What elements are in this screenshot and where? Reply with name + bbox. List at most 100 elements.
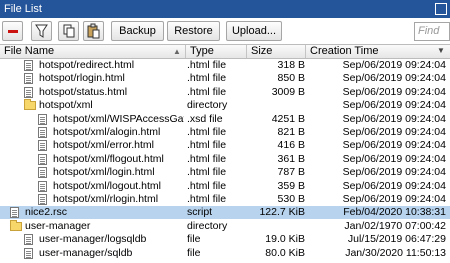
file-name: user-manager [25, 219, 91, 232]
file-name: user-manager/sqldb [39, 246, 133, 259]
window-titlebar: File List [0, 0, 450, 18]
find-input[interactable]: Find [414, 22, 450, 41]
file-type: .html file [187, 166, 227, 179]
file-icon [24, 86, 33, 98]
file-type: .xsd file [187, 112, 223, 125]
file-size: 122.7 KiB [259, 206, 305, 219]
file-icon [38, 180, 47, 192]
file-size: 361 B [277, 152, 305, 165]
filter-button[interactable] [31, 21, 52, 41]
file-type: .html file [187, 85, 227, 98]
file-size: 318 B [277, 59, 305, 71]
directory-row[interactable]: user-manager directory Jan/02/1970 07:00:4… [0, 219, 450, 233]
file-type: .html file [187, 126, 227, 138]
file-icon [38, 113, 47, 125]
creation-time: Sep/06/2019 09:24:04 [342, 166, 446, 179]
file-icon [38, 140, 47, 152]
sort-ascending-icon: ▲ [173, 47, 181, 56]
remove-button[interactable] [2, 21, 23, 41]
folder-icon [10, 219, 22, 231]
file-row[interactable]: hotspot/rlogin.html .html file 850 B Sep/06… [0, 72, 450, 85]
file-name: hotspot/rlogin.html [39, 72, 125, 85]
columns-menu-icon[interactable]: ▼ [437, 46, 447, 56]
file-row[interactable]: hotspot/xml/flogout.html .html file 361 B S… [0, 153, 450, 166]
column-header-name[interactable]: File Name [0, 45, 186, 58]
creation-time: Sep/06/2019 09:24:04 [342, 85, 446, 98]
minus-icon [8, 30, 18, 33]
file-size: 359 B [277, 179, 305, 192]
column-header-time[interactable]: Creation Time [306, 45, 450, 58]
file-icon [38, 167, 47, 179]
file-name: hotspot/xml/login.html [53, 166, 155, 179]
file-row[interactable]: hotspot/redirect.html .html file 318 B Sep/… [0, 59, 450, 72]
file-icon [24, 247, 33, 259]
file-size: 787 B [277, 166, 305, 179]
file-type: directory [187, 219, 228, 232]
paste-button[interactable] [83, 21, 104, 41]
file-size: 416 B [277, 139, 305, 152]
creation-time: Jul/15/2019 06:47:29 [347, 233, 446, 246]
paste-icon [87, 23, 100, 39]
creation-time: Sep/06/2019 09:24:04 [342, 152, 446, 165]
file-type: directory [187, 99, 228, 112]
folder-icon [24, 99, 36, 111]
file-size: 4251 B [271, 112, 305, 125]
file-row[interactable]: user-manager/sqldb file 80.0 KiB Jan/30/202… [0, 247, 450, 260]
file-size: 3009 B [271, 85, 305, 98]
file-table: hotspot/redirect.html .html file 318 B Sep/… [0, 59, 450, 263]
file-name: nice2.rsc [25, 206, 68, 219]
file-name: hotspot/status.html [39, 85, 128, 98]
restore-button[interactable]: Restore [167, 21, 220, 41]
file-icon [24, 60, 33, 71]
creation-time: Sep/06/2019 09:24:04 [342, 72, 446, 85]
creation-time: Sep/06/2019 09:24:04 [342, 59, 446, 71]
file-row[interactable]: hotspot/xml/WISPAccessGat... .xsd file 425… [0, 113, 450, 126]
file-name: hotspot/xml/error.html [53, 139, 154, 152]
column-header-type[interactable]: Type [186, 45, 247, 58]
file-icon [38, 153, 47, 165]
file-row[interactable]: hotspot/xml/alogin.html .html file 821 B Se… [0, 126, 450, 139]
file-row[interactable]: hotspot/status.html .html file 3009 B Sep/0… [0, 86, 450, 99]
creation-time: Feb/04/2020 10:38:31 [343, 206, 446, 219]
file-size: 80.0 KiB [265, 246, 305, 259]
file-name: hotspot/xml/logout.html [53, 179, 161, 192]
window-title: File List [4, 3, 42, 15]
filter-icon [35, 24, 48, 38]
column-header-size[interactable]: Size [247, 45, 306, 58]
backup-button[interactable]: Backup [111, 21, 164, 41]
upload-button[interactable]: Upload... [226, 21, 282, 41]
file-row[interactable]: hotspot/xml/rlogin.html .html file 530 B Se… [0, 193, 450, 206]
file-type: .html file [187, 139, 227, 152]
file-row[interactable]: user-manager/logsqldb file 19.0 KiB Jul/15/… [0, 233, 450, 246]
creation-time: Sep/06/2019 09:24:04 [342, 193, 446, 205]
toolbar: Backup Restore Upload... [0, 18, 450, 44]
file-name: hotspot/redirect.html [39, 59, 135, 71]
file-type: .html file [187, 152, 227, 165]
file-type: file [187, 246, 201, 259]
file-name: user-manager/logsqldb [39, 233, 147, 246]
creation-time: Sep/06/2019 09:24:04 [342, 139, 446, 152]
file-icon [10, 207, 19, 219]
copy-icon [63, 24, 75, 38]
file-type: .html file [187, 59, 227, 71]
file-size: 850 B [277, 72, 305, 85]
file-type: .html file [187, 193, 227, 205]
file-row[interactable]: nice2.rsc script 122.7 KiB Feb/04/2020 10:3… [0, 206, 450, 220]
file-row[interactable]: hotspot/xml/logout.html .html file 359 B Se… [0, 180, 450, 193]
file-icon [38, 127, 47, 138]
creation-time: Sep/06/2019 09:24:04 [342, 112, 446, 125]
file-icon [24, 73, 33, 85]
creation-time: Jan/30/2020 11:50:13 [345, 246, 446, 259]
file-row[interactable]: hotspot/xml/error.html .html file 416 B Sep… [0, 139, 450, 152]
file-size: 19.0 KiB [265, 233, 305, 246]
file-name: hotspot/xml/rlogin.html [53, 193, 159, 205]
file-name: hotspot/xml/WISPAccessGat... [53, 112, 184, 125]
file-size: 821 B [277, 126, 305, 138]
copy-button[interactable] [58, 21, 79, 41]
file-row[interactable]: hotspot/xml/login.html .html file 787 B Sep… [0, 166, 450, 179]
creation-time: Sep/06/2019 09:24:04 [342, 126, 446, 138]
directory-row[interactable]: hotspot/xml directory Sep/06/2019 09:24:04 [0, 99, 450, 112]
file-icon [24, 234, 33, 246]
file-size: 530 B [277, 193, 305, 205]
maximize-icon[interactable] [435, 3, 447, 15]
